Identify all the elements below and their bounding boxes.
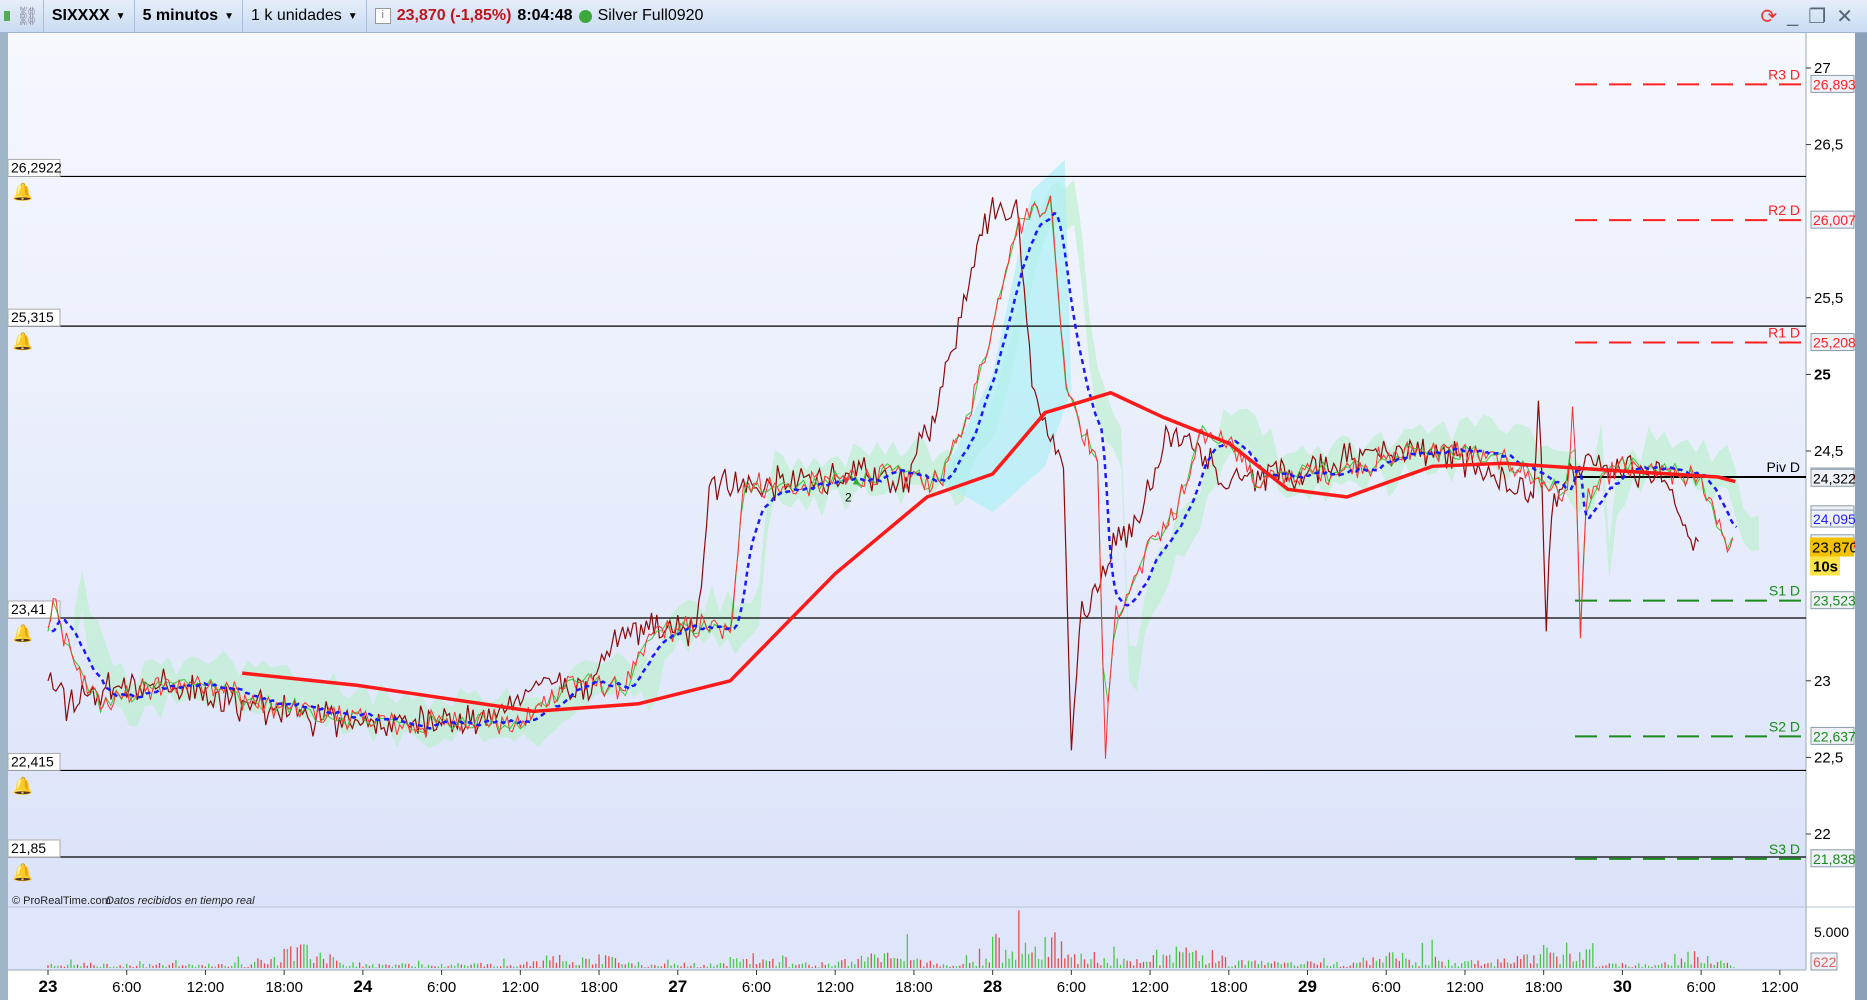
x-tick-label: 18:00 (580, 979, 618, 996)
last-price: 23,870 (-1,85%) (396, 7, 512, 24)
timeframe-label: 5 minutos (142, 7, 219, 24)
link-icon[interactable]: ⛓ (0, 0, 44, 33)
symbol-dropdown[interactable]: SIXXXX ▼ (44, 0, 135, 33)
x-tick-label: 28 (983, 977, 1002, 996)
pivot-value: 21,838 (1813, 851, 1856, 867)
pivot-name: R3 D (1768, 66, 1800, 82)
realtime-text: Datos recibidos en tiempo real (106, 895, 255, 907)
y-tick-label: 23 (1814, 673, 1831, 690)
y-tick-label: 26,5 (1814, 137, 1843, 154)
y-tick-label: 24,5 (1814, 443, 1843, 460)
pivot-name: S1 D (1769, 583, 1800, 599)
copyright-text: © ProRealTime.com (12, 895, 111, 907)
y-tick-label: 22 (1814, 826, 1831, 843)
y-tick-label: 25,5 (1814, 290, 1843, 307)
y-tick-label: 25 (1814, 366, 1831, 383)
x-tick-label: 6:00 (112, 979, 141, 996)
chevron-down-icon: ▼ (347, 10, 358, 22)
x-tick-label: 24 (353, 977, 372, 996)
timeframe-dropdown[interactable]: 5 minutos ▼ (135, 0, 244, 33)
x-tick-label: 12:00 (816, 979, 854, 996)
pivot-value: 22,637 (1813, 728, 1856, 744)
alert-line-label: 26,2922 (11, 159, 62, 175)
buy-arrow-icon: ▲ (850, 474, 862, 488)
bell-icon[interactable]: 🔔 (12, 182, 33, 201)
current-price: 23,870 (1812, 540, 1858, 557)
symbol-label: SIXXXX (51, 7, 110, 24)
bar-countdown: 10s (1813, 559, 1838, 576)
minimize-icon[interactable]: _ (1787, 5, 1798, 28)
restore-icon[interactable]: ❐ (1808, 4, 1826, 29)
pivot-value: 26,893 (1813, 76, 1856, 92)
x-tick-label: 12:00 (1131, 979, 1169, 996)
axis-tag: 24,322 (1813, 470, 1856, 486)
x-tick-label: 12:00 (1761, 979, 1799, 996)
close-icon[interactable]: ✕ (1836, 4, 1853, 29)
x-tick-label: 29 (1298, 977, 1317, 996)
chevron-down-icon: ▼ (224, 10, 235, 22)
bell-icon[interactable]: 🔔 (12, 863, 33, 882)
alert-line-label: 23,41 (11, 601, 46, 617)
volume-tick-label: 5.000 (1814, 924, 1849, 940)
alert-line-label: 25,315 (11, 309, 54, 325)
x-tick-label: 6:00 (1687, 979, 1716, 996)
x-tick-label: 12:00 (1446, 979, 1484, 996)
volume-last: 622 (1813, 954, 1837, 970)
pivot-value: 25,208 (1813, 335, 1856, 351)
chevron-down-icon: ▼ (115, 10, 126, 22)
x-tick-label: 6:00 (742, 979, 771, 996)
units-dropdown[interactable]: 1 k unidades ▼ (243, 0, 367, 33)
x-tick-label: 27 (668, 977, 687, 996)
pivot-name: R2 D (1768, 202, 1800, 218)
chart-toolbar: ⛓ SIXXXX ▼ 5 minutos ▼ 1 k unidades ▼ i 23,… (0, 0, 1867, 33)
pivot-value: 26,007 (1813, 212, 1856, 228)
x-tick-label: 23 (39, 977, 58, 996)
pivot-name: S2 D (1769, 718, 1800, 734)
quote-time: 8:04:48 (517, 7, 573, 24)
x-tick-label: 18:00 (1210, 979, 1248, 996)
refresh-icon[interactable]: ⟳ (1760, 4, 1777, 29)
x-tick-label: 6:00 (1372, 979, 1401, 996)
alert-line-label: 21,85 (11, 840, 46, 856)
price-chart[interactable]: 26,2922🔔25,315🔔23,41🔔22,415🔔21,85🔔R3 D26… (0, 33, 1867, 1000)
pivot-name: S3 D (1769, 841, 1800, 857)
alert-line-label: 22,415 (11, 753, 54, 769)
trade-count-label: 2 (845, 491, 852, 505)
pivot-name: Piv D (1767, 459, 1800, 475)
units-label: 1 k unidades (251, 7, 342, 24)
bell-icon[interactable]: 🔔 (12, 332, 33, 351)
x-tick-label: 30 (1613, 977, 1632, 996)
x-tick-label: 18:00 (895, 979, 933, 996)
y-tick-label: 27 (1814, 60, 1831, 77)
pivot-value: 23,523 (1813, 593, 1856, 609)
x-tick-label: 6:00 (427, 979, 456, 996)
x-tick-label: 12:00 (187, 979, 225, 996)
x-tick-label: 6:00 (1057, 979, 1086, 996)
x-tick-label: 18:00 (265, 979, 303, 996)
info-icon[interactable]: i (374, 8, 391, 24)
y-tick-label: 22,5 (1814, 749, 1843, 766)
x-tick-label: 12:00 (502, 979, 540, 996)
pivot-name: R1 D (1768, 325, 1800, 341)
status-dot-icon (578, 9, 592, 23)
bell-icon[interactable]: 🔔 (12, 624, 33, 643)
right-scroll-strip[interactable] (1855, 33, 1867, 1000)
bell-icon[interactable]: 🔔 (12, 776, 33, 795)
data-feed-label: Silver Full0920 (597, 7, 704, 24)
axis-tag: 24,095 (1813, 511, 1856, 527)
x-tick-label: 18:00 (1525, 979, 1563, 996)
